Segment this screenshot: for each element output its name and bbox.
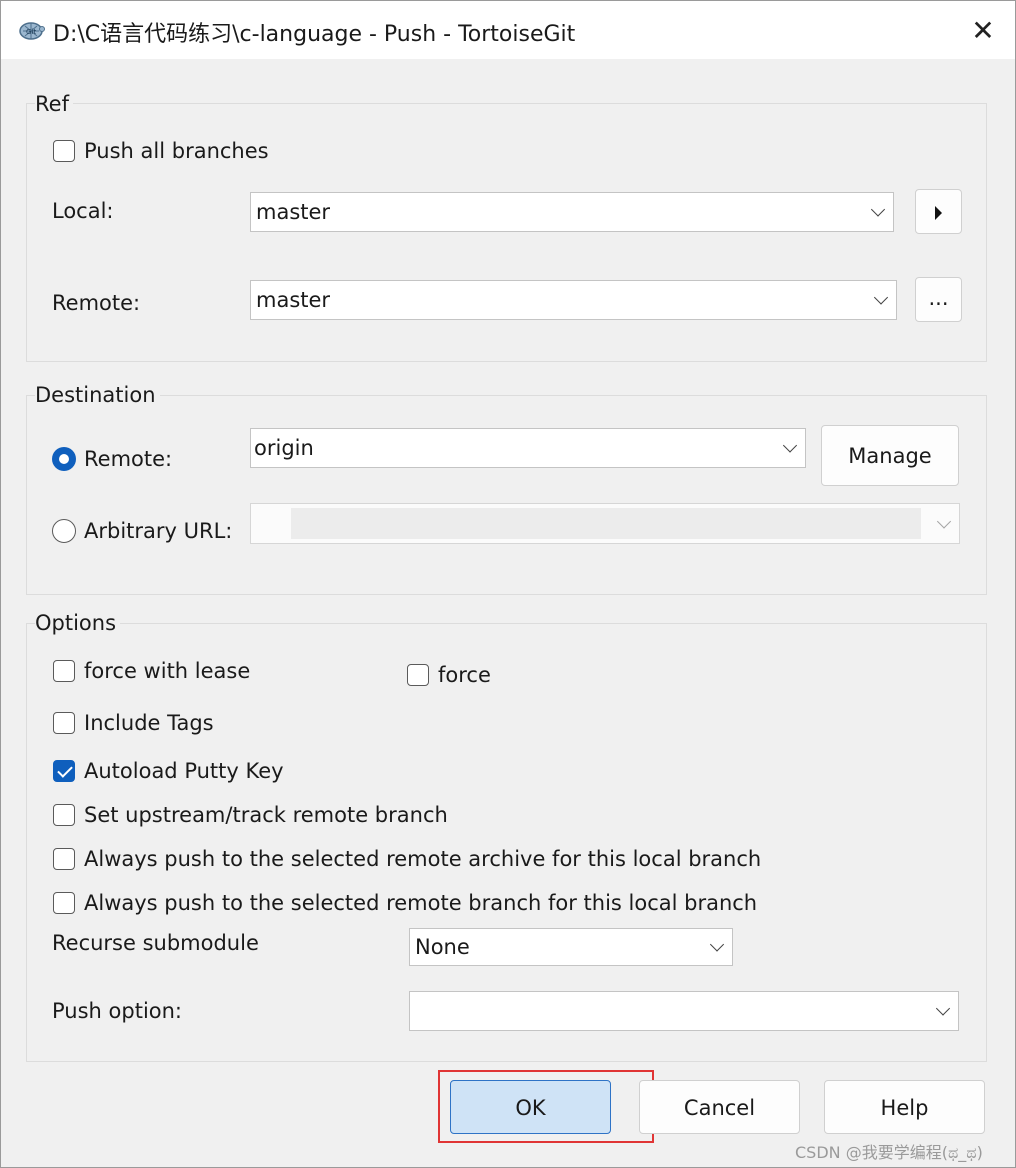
force-checkbox[interactable] [407, 664, 429, 686]
remote-branch-combobox[interactable]: master [250, 280, 897, 320]
ok-label: OK [515, 1096, 546, 1120]
browse-label: ... [928, 286, 949, 310]
autoload-putty-key-checkbox[interactable] [53, 760, 75, 782]
tortoisegit-icon: Git [19, 22, 45, 40]
chevron-down-icon [935, 1001, 951, 1016]
arbitrary-url-label[interactable]: Arbitrary URL: [84, 519, 232, 543]
chevron-down-icon [782, 438, 798, 453]
watermark: CSDN @我要学编程(ಥ_ಥ) [795, 1143, 983, 1162]
always-push-branch-checkbox[interactable] [53, 892, 75, 914]
ref-legend: Ref [35, 92, 73, 116]
cancel-button[interactable]: Cancel [639, 1080, 800, 1134]
ok-button[interactable]: OK [450, 1080, 611, 1134]
destination-legend: Destination [35, 383, 160, 407]
push-option-label: Push option: [52, 999, 183, 1023]
set-upstream-label[interactable]: Set upstream/track remote branch [84, 803, 448, 827]
chevron-down-icon [870, 202, 886, 217]
remote-combobox[interactable]: origin [250, 428, 806, 468]
svg-text:Git: Git [26, 28, 36, 36]
options-legend: Options [35, 611, 121, 635]
remote-branch-value: master [256, 288, 331, 312]
arbitrary-url-field [291, 508, 921, 539]
remote-radio[interactable] [52, 447, 76, 471]
local-label: Local: [52, 199, 114, 223]
chevron-down-icon [709, 937, 725, 952]
force-label[interactable]: force [438, 663, 491, 687]
always-push-archive-checkbox[interactable] [53, 848, 75, 870]
remote-branch-label: Remote: [52, 291, 141, 315]
set-upstream-checkbox[interactable] [53, 804, 75, 826]
remote-branch-browse-button[interactable]: ... [915, 277, 962, 322]
include-tags-label[interactable]: Include Tags [84, 711, 214, 735]
arbitrary-url-radio[interactable] [52, 519, 76, 543]
remote-radio-label[interactable]: Remote: [84, 447, 172, 471]
manage-button[interactable]: Manage [821, 425, 959, 486]
arbitrary-url-combobox[interactable] [250, 503, 960, 544]
always-push-branch-label[interactable]: Always push to the selected remote branc… [84, 891, 757, 915]
triangle-right-icon [935, 206, 942, 220]
always-push-archive-label[interactable]: Always push to the selected remote archi… [84, 847, 761, 871]
autoload-putty-key-label[interactable]: Autoload Putty Key [84, 759, 284, 783]
push-dialog: Git D:\C语言代码练习\c-language - Push - Torto… [0, 0, 1016, 1168]
remote-value: origin [254, 436, 314, 460]
manage-label: Manage [848, 444, 932, 468]
title-bar[interactable]: Git D:\C语言代码练习\c-language - Push - Torto… [1, 1, 1015, 59]
help-label: Help [880, 1096, 929, 1120]
cancel-label: Cancel [683, 1096, 756, 1120]
help-button[interactable]: Help [824, 1080, 985, 1134]
close-icon[interactable]: ✕ [963, 11, 1003, 51]
push-all-branches-label[interactable]: Push all branches [84, 139, 269, 163]
force-with-lease-label[interactable]: force with lease [84, 659, 250, 683]
window-title: D:\C语言代码练习\c-language - Push - TortoiseG… [53, 22, 576, 47]
include-tags-checkbox[interactable] [53, 712, 75, 734]
push-all-branches-checkbox[interactable] [53, 140, 75, 162]
recurse-submodule-label: Recurse submodule [52, 931, 259, 955]
local-branch-action-button[interactable] [915, 189, 962, 234]
local-branch-value: master [256, 200, 331, 224]
chevron-down-icon [936, 513, 952, 529]
push-option-combobox[interactable] [409, 991, 959, 1031]
recurse-submodule-combobox[interactable]: None [409, 928, 733, 966]
recurse-submodule-value: None [415, 935, 470, 959]
chevron-down-icon [873, 290, 889, 305]
force-with-lease-checkbox[interactable] [53, 660, 75, 682]
local-branch-combobox[interactable]: master [250, 192, 894, 232]
